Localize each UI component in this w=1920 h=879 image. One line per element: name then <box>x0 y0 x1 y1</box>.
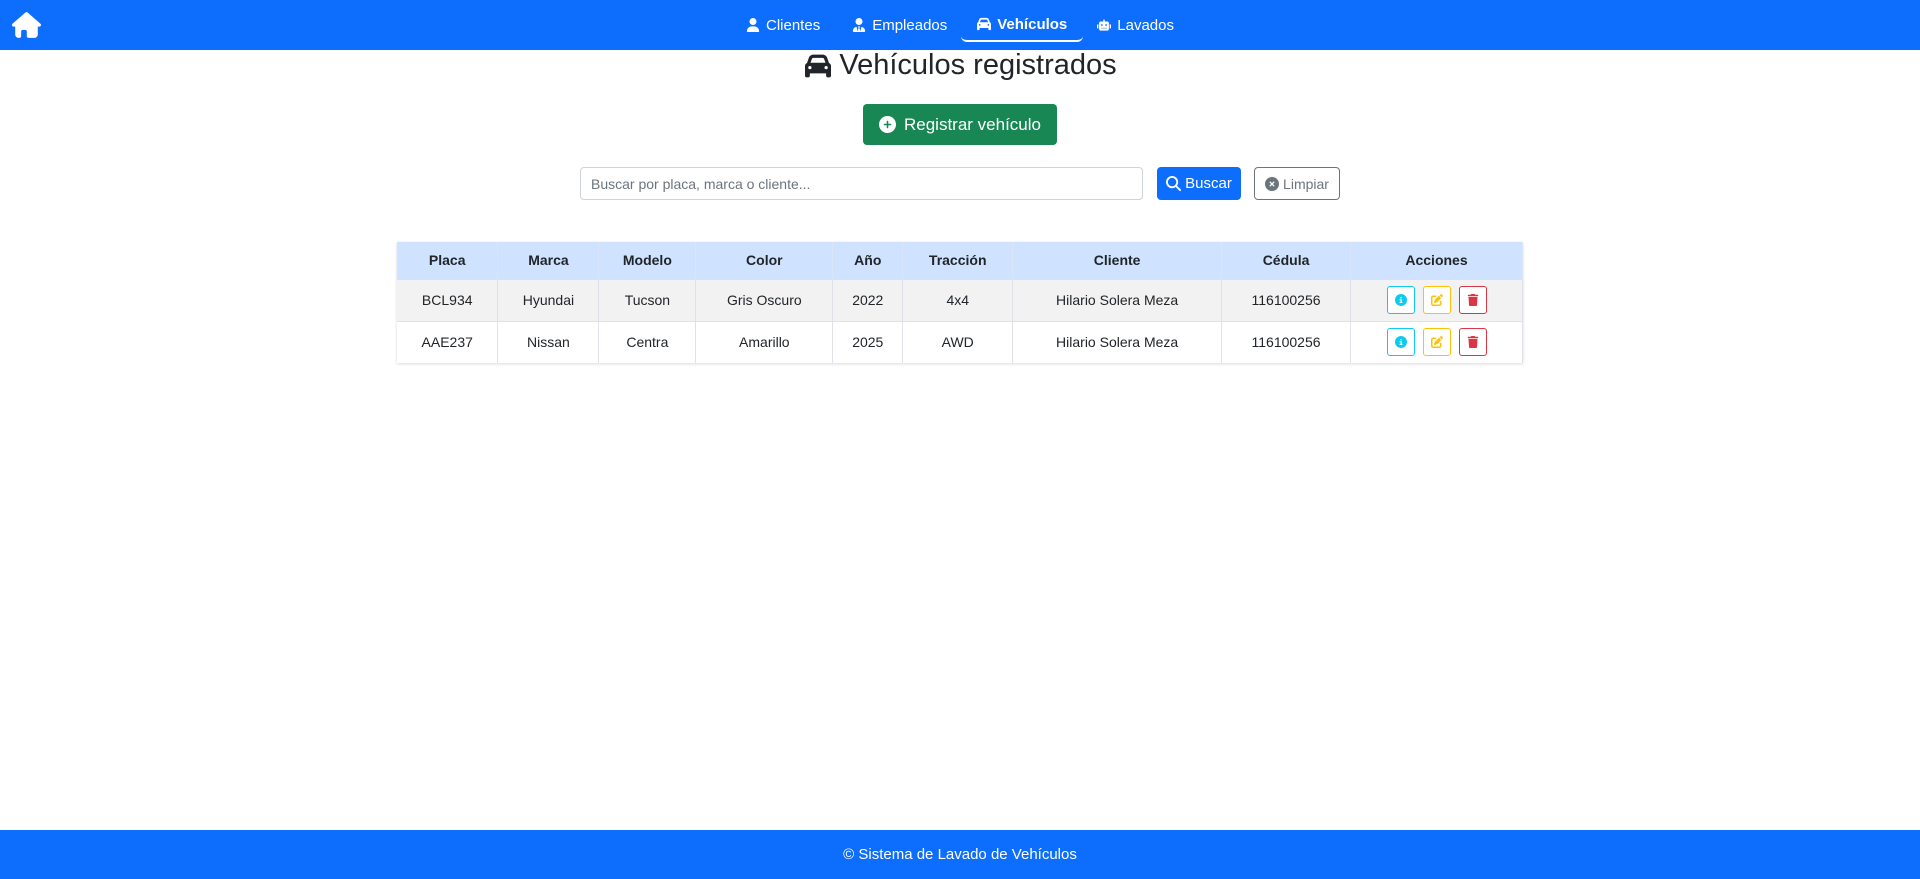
edit-icon <box>1430 336 1443 349</box>
column-header-anio[interactable]: Año <box>832 242 904 279</box>
register-vehicle-label: Registrar vehículo <box>903 114 1041 134</box>
nav-label: Clientes <box>766 16 821 34</box>
delete-button[interactable] <box>1458 286 1487 314</box>
column-header-color[interactable]: Color <box>695 242 834 279</box>
robot-icon <box>1097 19 1112 31</box>
trash-icon <box>1467 336 1478 349</box>
info-button[interactable] <box>1386 286 1415 314</box>
column-header-cedula[interactable]: Cédula <box>1221 242 1351 279</box>
clear-button-label: Limpiar <box>1283 175 1329 192</box>
cell-anio: 2025 <box>832 320 904 363</box>
table-header-row: Placa Marca Modelo Color Año Tracción Cl… <box>397 242 1523 279</box>
table-row: BCL934 Hyundai Tucson Gris Oscuro 2022 4… <box>397 278 1523 321</box>
column-header-cliente[interactable]: Cliente <box>1012 242 1223 279</box>
edit-button[interactable] <box>1422 328 1451 357</box>
cell-modelo: Centra <box>598 320 697 363</box>
nav-item-lavados[interactable]: Lavados <box>1081 8 1190 42</box>
cell-color: Gris Oscuro <box>695 278 834 321</box>
clear-button[interactable]: Limpiar <box>1254 167 1340 200</box>
edit-icon <box>1430 294 1443 306</box>
info-button[interactable] <box>1386 328 1415 357</box>
footer: © Sistema de Lavado de Vehículos <box>0 830 1920 879</box>
row-actions <box>1351 286 1522 314</box>
column-header-modelo[interactable]: Modelo <box>598 242 697 279</box>
cell-modelo: Tucson <box>598 278 697 321</box>
info-icon <box>1394 336 1407 349</box>
footer-text: © Sistema de Lavado de Vehículos <box>843 846 1077 863</box>
edit-button[interactable] <box>1422 286 1451 314</box>
cell-marca: Nissan <box>497 320 600 363</box>
column-header-placa[interactable]: Placa <box>397 242 499 279</box>
cell-cedula: 116100256 <box>1221 320 1351 363</box>
column-header-marca[interactable]: Marca <box>497 242 600 279</box>
table-row: AAE237 Nissan Centra Amarillo 2025 AWD H… <box>397 320 1523 363</box>
user-tie-icon <box>853 18 866 32</box>
cell-traccion: 4x4 <box>902 278 1014 321</box>
user-icon <box>746 18 760 32</box>
cell-color: Amarillo <box>695 320 834 363</box>
trash-icon <box>1467 294 1478 306</box>
plus-circle-icon <box>878 116 896 133</box>
register-vehicle-button[interactable]: Registrar vehículo <box>863 104 1057 145</box>
nav-item-clientes[interactable]: Clientes <box>730 8 836 42</box>
cell-anio: 2022 <box>832 278 904 321</box>
cell-cliente: Hilario Solera Meza <box>1012 320 1223 363</box>
column-header-acciones: Acciones <box>1350 242 1523 279</box>
car-icon <box>805 54 832 77</box>
navbar: Clientes Empleados Vehículos Lavados <box>0 0 1920 50</box>
vehicles-table: Placa Marca Modelo Color Año Tracción Cl… <box>397 242 1523 363</box>
search-button-label: Buscar <box>1185 175 1232 192</box>
cell-placa: AAE237 <box>397 320 499 363</box>
page-title: Vehículos registrados <box>0 49 1920 82</box>
car-icon <box>977 17 992 31</box>
search-icon <box>1166 176 1182 191</box>
search-button[interactable]: Buscar <box>1157 167 1241 200</box>
info-icon <box>1394 294 1407 306</box>
column-header-traccion[interactable]: Tracción <box>902 242 1014 279</box>
cell-traccion: AWD <box>902 320 1014 363</box>
nav-links: Clientes Empleados Vehículos Lavados <box>0 0 1920 50</box>
x-circle-icon <box>1265 176 1280 191</box>
nav-item-empleados[interactable]: Empleados <box>836 8 963 42</box>
nav-label: Empleados <box>872 16 948 34</box>
cell-cliente: Hilario Solera Meza <box>1012 278 1223 321</box>
search-input[interactable] <box>580 167 1143 200</box>
cell-acciones <box>1350 320 1523 363</box>
delete-button[interactable] <box>1458 328 1487 357</box>
cell-marca: Hyundai <box>497 278 600 321</box>
row-actions <box>1351 328 1522 357</box>
nav-label: Vehículos <box>997 15 1068 33</box>
nav-label: Lavados <box>1117 16 1174 34</box>
cell-acciones <box>1350 278 1523 321</box>
cell-cedula: 116100256 <box>1221 278 1351 321</box>
nav-item-vehiculos[interactable]: Vehículos <box>961 8 1084 42</box>
page-title-text: Vehículos registrados <box>839 49 1117 81</box>
cell-placa: BCL934 <box>397 278 499 321</box>
